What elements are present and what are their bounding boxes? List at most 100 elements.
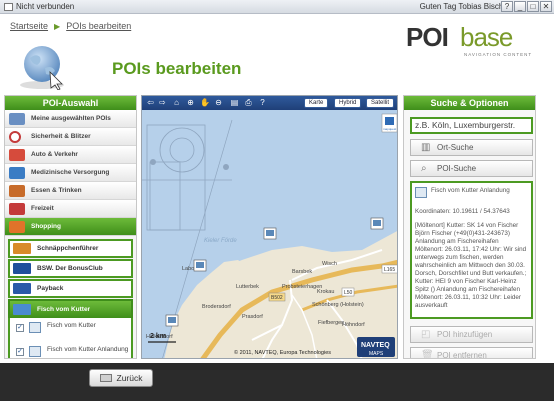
subcategory-label: Fisch vom Kutter xyxy=(37,306,91,313)
footer-bar xyxy=(0,363,554,401)
poi-label: Fisch vom Kutter xyxy=(47,322,96,329)
subcategory-fisch-vom-kutter[interactable]: Fisch vom Kutter xyxy=(8,299,133,318)
poi-selection-panel: POI-Auswahl Meine ausgewählten POIs Sich… xyxy=(4,95,137,359)
bargain-icon xyxy=(13,243,31,254)
logo-base-text: base xyxy=(460,22,513,52)
category-auto[interactable]: Auto & Verkehr xyxy=(5,146,136,164)
page-title: POIs bearbeiten xyxy=(112,59,242,78)
category-label: Medizinische Versorgung xyxy=(31,169,110,176)
maximize-button[interactable]: □ xyxy=(527,1,539,12)
place-label: Barsbek xyxy=(292,269,312,275)
medical-icon xyxy=(9,166,25,179)
category-leisure[interactable]: Freizeit xyxy=(5,200,136,218)
subcategory-payback[interactable]: Payback xyxy=(8,279,133,298)
road-label: L50 xyxy=(344,290,353,296)
leisure-icon xyxy=(9,202,25,215)
save-icon[interactable]: ▤ xyxy=(230,98,239,107)
print-icon[interactable]: ⎙ xyxy=(244,98,253,107)
map-view[interactable]: ⇦ ⇨ ⌂ ⊕ ✋ ⊖ ▤ ⎙ ? Karte Hybrid Satellit … xyxy=(141,95,398,359)
poi-checkbox[interactable]: ✓ xyxy=(16,348,24,356)
navteq-logo-text: NAVTEQ xyxy=(361,342,390,349)
search-options-header: Suche & Optionen xyxy=(404,96,535,110)
map-canvas[interactable]: Kieler Förde Laboe Lutterbek Prasdorf Pr… xyxy=(142,110,398,359)
zoom-in-icon[interactable]: ⊕ xyxy=(186,98,195,107)
place-label: Schönberg (Holstein) xyxy=(312,302,364,308)
fish-poi-marker[interactable] xyxy=(370,217,384,230)
poi-info-description: [Möltenort] Kutter: SK 14 von Fischer Bj… xyxy=(415,222,527,309)
building-icon: ▥ xyxy=(421,142,431,153)
subcategory-label: Payback xyxy=(37,285,64,292)
payback-icon xyxy=(13,283,31,294)
back-button[interactable]: Zurück xyxy=(89,369,153,387)
logo-tagline: NAVIGATION CONTENT xyxy=(464,52,533,57)
fish-poi-marker[interactable] xyxy=(165,314,179,327)
back-arrow-icon xyxy=(99,374,112,382)
poi-add-button[interactable]: ◰ POI hinzufügen xyxy=(410,326,533,343)
subcategory-label: BSW. Der BonusClub xyxy=(37,265,103,272)
home-icon[interactable]: ⌂ xyxy=(172,98,181,107)
map-copyright: © 2011, NAVTEQ, Europa Technologies xyxy=(234,349,331,356)
close-button[interactable]: ✕ xyxy=(540,1,552,12)
poi-info-coordinates: Koordinaten: 10.19611 / 54.37643 xyxy=(415,208,510,215)
fish-poi-icon xyxy=(29,322,41,333)
poi-add-label: POI hinzufügen xyxy=(437,330,493,339)
poi-info-title: Fisch vom Kutter Anlandung xyxy=(431,187,510,194)
search-options-panel: Suche & Optionen z.B. Köln, Luxemburgers… xyxy=(403,95,536,359)
category-label: Sicherheit & Blitzer xyxy=(31,133,91,140)
map-toolbar: ⇦ ⇨ ⌂ ⊕ ✋ ⊖ ▤ ⎙ ? Karte Hybrid Satellit xyxy=(142,96,397,110)
poi-item[interactable]: ✓ Fisch vom Kutter Anlandung xyxy=(8,342,133,358)
road-label: L165 xyxy=(384,267,395,273)
road-label: B502 xyxy=(271,295,283,301)
category-shopping[interactable]: Shopping xyxy=(5,218,136,236)
map-view-karte-button[interactable]: Karte xyxy=(304,98,329,108)
breadcrumb-home-link[interactable]: Startseite xyxy=(10,21,48,31)
ort-suche-button[interactable]: ▥ Ort-Suche xyxy=(410,139,533,156)
category-label: Freizeit xyxy=(31,205,54,212)
category-my-pois[interactable]: Meine ausgewählten POIs xyxy=(5,110,136,128)
user-greeting: Guten Tag Tobias Bischof xyxy=(419,2,510,11)
help-button[interactable]: ? xyxy=(501,1,513,12)
poi-suche-button[interactable]: ⌕ POI-Suche xyxy=(410,160,533,177)
subcategory-bsw[interactable]: BSW. Der BonusClub xyxy=(8,259,133,278)
poi-checkbox[interactable]: ✓ xyxy=(16,324,24,332)
place-label: Prasdorf xyxy=(242,314,263,320)
map-marker xyxy=(223,164,229,170)
poi-label: Fisch vom Kutter Anlandung xyxy=(47,346,129,353)
poi-selection-header: POI-Auswahl xyxy=(5,96,136,110)
add-poi-icon: ◰ xyxy=(421,329,431,340)
place-label: Brodersdorf xyxy=(202,304,231,310)
fish-poi-marker[interactable] xyxy=(263,227,277,240)
mapquest-logo-mark xyxy=(385,117,394,125)
my-pois-icon xyxy=(9,112,25,125)
map-view-satellit-button[interactable]: Satellit xyxy=(366,98,395,108)
category-label: Essen & Trinken xyxy=(31,187,82,194)
category-medical[interactable]: Medizinische Versorgung xyxy=(5,164,136,182)
subcategory-schnaeppchen[interactable]: Schnäppchenführer xyxy=(8,239,133,258)
place-label: Höhndorf xyxy=(342,322,365,328)
poi-remove-button[interactable]: 🗑 POI entfernen xyxy=(410,347,533,359)
hand-tool-icon[interactable]: ✋ xyxy=(200,98,210,107)
pan-right-icon[interactable]: ⇨ xyxy=(158,98,167,107)
breadcrumb-current-link[interactable]: POIs bearbeiten xyxy=(66,21,131,31)
poi-remove-label: POI entfernen xyxy=(437,351,487,359)
place-label: Lutterbek xyxy=(236,284,259,290)
fish-poi-icon xyxy=(415,187,427,198)
minimize-button[interactable]: _ xyxy=(514,1,526,12)
poi-item[interactable]: ✓ Fisch vom Kutter xyxy=(8,318,133,342)
navteq-maps-text: MAPS xyxy=(369,351,384,357)
fish-poi-marker[interactable] xyxy=(193,259,207,272)
zoom-out-icon[interactable]: ⊖ xyxy=(214,98,223,107)
help-icon[interactable]: ? xyxy=(258,98,267,107)
magnifier-icon: ⌕ xyxy=(421,163,427,174)
shopping-icon xyxy=(9,220,25,233)
back-button-label: Zurück xyxy=(116,373,143,383)
poi-suche-label: POI-Suche xyxy=(437,164,477,173)
map-view-hybrid-button[interactable]: Hybrid xyxy=(334,98,362,108)
category-food[interactable]: Essen & Trinken xyxy=(5,182,136,200)
ort-suche-label: Ort-Suche xyxy=(437,143,474,152)
category-safety[interactable]: Sicherheit & Blitzer xyxy=(5,128,136,146)
place-label: Kieler Förde xyxy=(204,238,237,244)
pan-left-icon[interactable]: ⇦ xyxy=(146,98,155,107)
place-label: Krokau xyxy=(317,289,334,295)
location-search-input[interactable]: z.B. Köln, Luxemburgerstr. xyxy=(410,117,533,134)
